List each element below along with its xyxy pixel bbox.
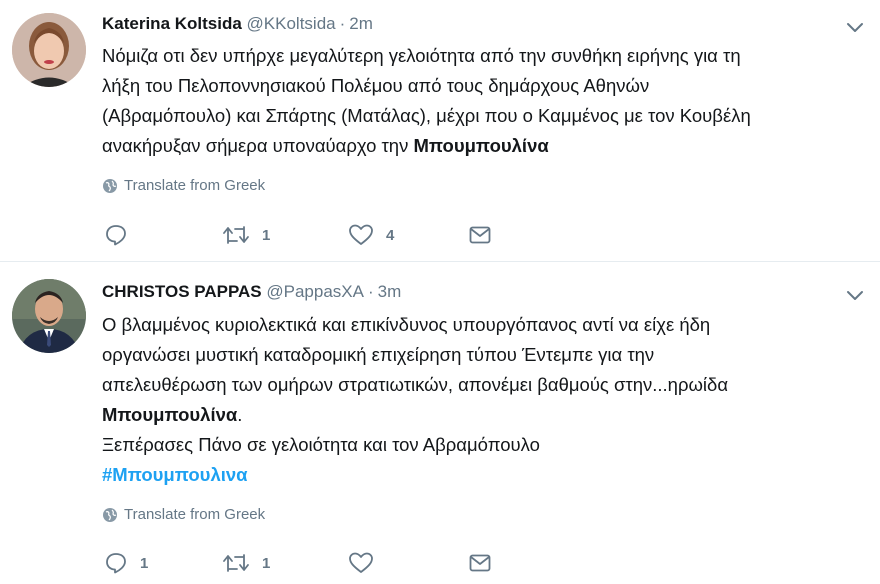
tweet[interactable]: CHRISTOS PAPPAS @PappasXA · 3m Ο βλαμμένος… <box>0 262 880 584</box>
tweet-text-line: λήξη του Πελοποννησιακού Πολέμου από του… <box>102 75 650 96</box>
timestamp[interactable]: 3m <box>378 282 402 301</box>
tweet-text: Νόμιζα οτι δεν υπήρχε μεγαλύτερη γελοιότ… <box>102 41 872 161</box>
tweet-text-bold: Μπουμπουλίνα <box>413 135 549 156</box>
tweet-text-line: (Αβραμόπουλο) και Σπάρτης (Ματάλας), μέχ… <box>102 105 751 126</box>
translate-link[interactable]: Translate from Greek <box>102 177 265 194</box>
avatar[interactable] <box>12 279 86 353</box>
tweet-text-segment: . <box>237 404 243 425</box>
like-count: 4 <box>386 226 395 244</box>
tweet-text-line: Μπουμπουλίνα. <box>102 400 872 430</box>
avatar[interactable] <box>12 13 86 87</box>
chevron-down-icon[interactable] <box>844 16 866 38</box>
heart-icon <box>349 224 373 245</box>
tweet-text-line: οργανώσει μυστική καταδρομική επιχείρηση… <box>102 344 655 365</box>
retweet-icon <box>223 226 249 244</box>
translate-link[interactable]: Translate from Greek <box>102 506 265 523</box>
globe-icon <box>103 178 117 193</box>
separator: · <box>367 282 374 301</box>
tweet-text-line: Νόμιζα οτι δεν υπήρχε μεγαλύτερη γελοιότ… <box>102 45 741 66</box>
retweet-button[interactable]: 1 <box>222 222 270 248</box>
reply-count: 1 <box>140 554 149 572</box>
tweet-text-line: Ξεπέρασες Πάνο σε γελοιότητα και τον Αβρ… <box>102 434 540 455</box>
chevron-down-icon[interactable] <box>844 284 866 306</box>
tweet-header: CHRISTOS PAPPAS @PappasXA · 3m <box>102 280 401 304</box>
translate-label: Translate from Greek <box>124 177 266 194</box>
tweet-text-line: ανακήρυξαν σήμερα υποναύαρχο την Μπουμπο… <box>102 131 872 161</box>
envelope-icon <box>469 226 491 244</box>
envelope-icon <box>469 554 491 572</box>
user-handle[interactable]: @PappasXA <box>266 282 364 301</box>
user-name[interactable]: CHRISTOS PAPPAS <box>102 282 262 301</box>
direct-message-button[interactable] <box>468 222 492 248</box>
like-button[interactable] <box>348 550 386 576</box>
hashtag-line: #Μπουμπουλινα <box>102 460 872 490</box>
reply-button[interactable]: 1 <box>104 550 148 576</box>
direct-message-button[interactable] <box>468 550 492 576</box>
tweet-header: Katerina Koltsida @KKoltsida · 2m <box>102 12 373 36</box>
retweet-count: 1 <box>262 226 271 244</box>
hashtag-link[interactable]: #Μπουμπουλινα <box>102 464 248 485</box>
retweet-count: 1 <box>262 554 271 572</box>
reply-icon <box>106 225 126 246</box>
tweet-text-line: Ο βλαμμένος κυριολεκτικά και επικίνδυνος… <box>102 314 711 335</box>
tweet-text-segment: ανακήρυξαν σήμερα υποναύαρχο την <box>102 135 414 156</box>
user-handle[interactable]: @KKoltsida <box>247 14 336 33</box>
tweet-text-bold: Μπουμπουλίνα <box>102 404 238 425</box>
like-button[interactable]: 4 <box>348 222 394 248</box>
separator: · <box>339 14 346 33</box>
globe-icon <box>103 507 117 522</box>
tweet[interactable]: Katerina Koltsida @KKoltsida · 2m Νόμιζα ο… <box>0 0 880 262</box>
translate-label: Translate from Greek <box>124 506 266 523</box>
retweet-icon <box>223 554 249 572</box>
retweet-button[interactable]: 1 <box>222 550 270 576</box>
tweet-text-line: απελευθέρωση των ομήρων στρατιωτικών, απ… <box>102 374 729 395</box>
tweet-text: Ο βλαμμένος κυριολεκτικά και επικίνδυνος… <box>102 310 872 490</box>
timestamp[interactable]: 2m <box>349 14 373 33</box>
reply-icon <box>106 553 126 574</box>
user-name[interactable]: Katerina Koltsida <box>102 14 242 33</box>
tweet-actions: 1 1 <box>104 550 524 576</box>
tweet-actions: 1 4 <box>104 222 524 248</box>
reply-button[interactable] <box>104 222 140 248</box>
heart-icon <box>349 552 373 573</box>
